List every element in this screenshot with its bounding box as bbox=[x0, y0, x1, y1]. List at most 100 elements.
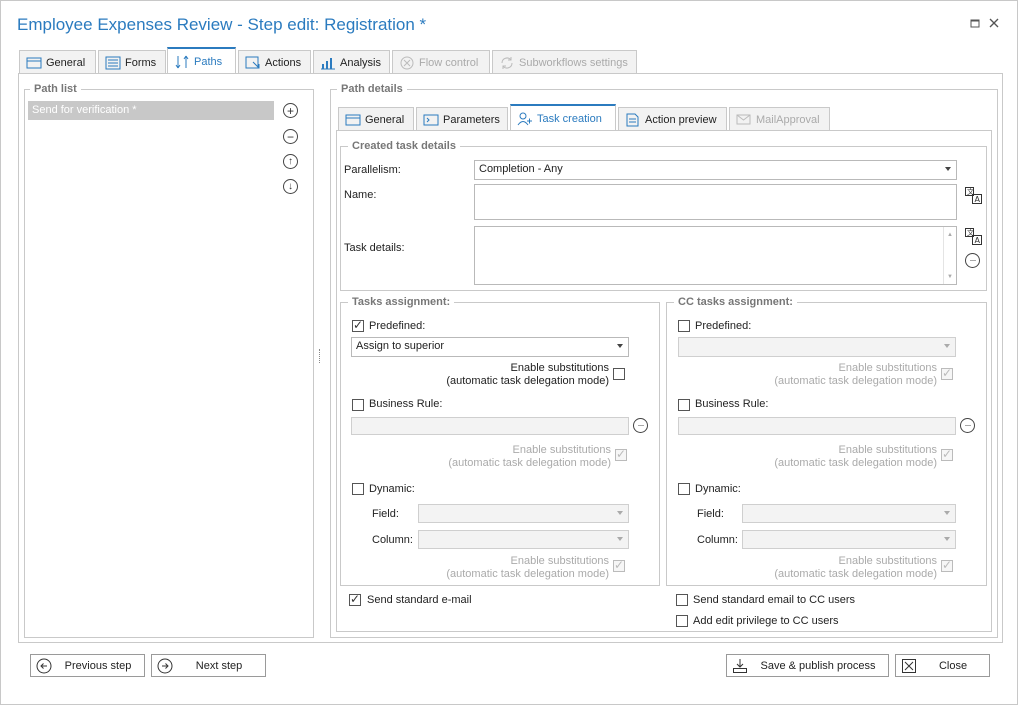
business-rule-checkbox[interactable] bbox=[352, 399, 364, 411]
detail-tab-general[interactable]: General bbox=[338, 107, 414, 131]
name-field[interactable] bbox=[474, 184, 957, 220]
move-down-button[interactable]: ↓ bbox=[283, 179, 298, 194]
path-list-item[interactable]: Send for verification * bbox=[28, 101, 274, 120]
predefined-value: Assign to superior bbox=[356, 340, 445, 352]
close-button[interactable]: Close bbox=[895, 654, 990, 677]
send-cc-email-checkbox[interactable] bbox=[676, 594, 688, 606]
tab-analysis[interactable]: Analysis bbox=[313, 50, 390, 74]
send-email-label: Send standard e-mail bbox=[367, 594, 472, 606]
business-rule-field[interactable] bbox=[351, 417, 629, 435]
save-publish-label: Save & publish process bbox=[760, 659, 876, 672]
check-icon: ✓ bbox=[942, 558, 953, 572]
close-icon[interactable] bbox=[989, 17, 999, 31]
detail-tab-parameters[interactable]: Parameters bbox=[416, 107, 508, 131]
cc-predefined-checkbox[interactable] bbox=[678, 320, 690, 332]
br-enable-substitutions-checkbox[interactable]: ✓ bbox=[615, 447, 627, 461]
tab-forms[interactable]: Forms bbox=[98, 50, 166, 74]
check-icon: ✓ bbox=[942, 447, 953, 461]
add-edit-cc-checkbox[interactable] bbox=[676, 615, 688, 627]
svg-text:A: A bbox=[975, 195, 981, 204]
cc-enable-substitutions-checkbox[interactable]: ✓ bbox=[941, 366, 953, 380]
cc-column-label: Column: bbox=[697, 534, 738, 546]
created-task-title: Created task details bbox=[348, 140, 460, 152]
scrollbar[interactable]: ▲ ▼ bbox=[943, 227, 956, 284]
tab-paths-label: Paths bbox=[194, 55, 223, 68]
detail-tab-task-creation[interactable]: Task creation bbox=[510, 104, 616, 131]
dynamic-checkbox[interactable] bbox=[352, 483, 364, 495]
tab-subworkflows-label: Subworkflows settings bbox=[519, 56, 628, 69]
business-rule-label: Business Rule: bbox=[369, 398, 443, 410]
chart-icon bbox=[321, 57, 335, 69]
tab-flow-control[interactable]: Flow control bbox=[392, 50, 490, 74]
maximize-icon[interactable] bbox=[970, 17, 980, 31]
cc-br-enable-substitutions-checkbox[interactable]: ✓ bbox=[941, 447, 953, 461]
detail-tab-action-preview[interactable]: Action preview bbox=[618, 107, 727, 131]
parallelism-select[interactable]: Completion - Any bbox=[474, 160, 957, 180]
cc-dynamic-checkbox[interactable] bbox=[678, 483, 690, 495]
parallelism-label: Parallelism: bbox=[344, 164, 401, 176]
cc-dyn-subst-label-line2: (automatic task delegation mode) bbox=[774, 568, 937, 580]
save-publish-button[interactable]: Save & publish process bbox=[726, 654, 889, 677]
predefined-select[interactable]: Assign to superior bbox=[351, 337, 629, 357]
dialog-window: Employee Expenses Review - Step edit: Re… bbox=[0, 0, 1018, 705]
dynamic-field-select[interactable] bbox=[418, 504, 629, 523]
svg-text:A: A bbox=[975, 236, 981, 245]
tab-paths[interactable]: Paths bbox=[167, 47, 236, 74]
dyn-subst-label-line2: (automatic task delegation mode) bbox=[446, 568, 609, 580]
check-icon: ✓ bbox=[614, 558, 625, 572]
tab-general[interactable]: General bbox=[19, 50, 96, 74]
more-icon[interactable]: ··· bbox=[633, 418, 648, 433]
tab-analysis-label: Analysis bbox=[340, 56, 381, 69]
cc-dynamic-column-select[interactable] bbox=[742, 530, 956, 549]
tab-actions[interactable]: Actions bbox=[238, 50, 311, 74]
parallelism-value: Completion - Any bbox=[479, 163, 563, 175]
add-path-button[interactable]: + bbox=[283, 103, 298, 118]
detail-tab-parameters-label: Parameters bbox=[443, 113, 500, 126]
more-icon[interactable]: ··· bbox=[965, 253, 980, 268]
window-title: Employee Expenses Review - Step edit: Re… bbox=[17, 15, 427, 34]
path-list-group bbox=[24, 89, 314, 638]
translate-icon[interactable]: 文A bbox=[965, 228, 982, 248]
previous-step-button[interactable]: Previous step bbox=[30, 654, 145, 677]
cc-dyn-subst-label-line1: Enable substitutions bbox=[838, 555, 937, 567]
cc-subst-label-line2: (automatic task delegation mode) bbox=[774, 375, 937, 387]
check-icon: ✓ bbox=[353, 318, 364, 332]
publish-icon bbox=[733, 658, 747, 673]
users-icon bbox=[517, 112, 532, 125]
cc-br-subst-label-line2: (automatic task delegation mode) bbox=[774, 457, 937, 469]
send-email-checkbox[interactable]: ✓ bbox=[349, 592, 361, 606]
send-cc-email-label: Send standard email to CC users bbox=[693, 594, 856, 606]
cc-business-rule-field[interactable] bbox=[678, 417, 956, 435]
task-details-field[interactable]: ▲ ▼ bbox=[474, 226, 957, 285]
cc-business-rule-checkbox[interactable] bbox=[678, 399, 690, 411]
cc-dyn-enable-substitutions-checkbox[interactable]: ✓ bbox=[941, 558, 953, 572]
predefined-label: Predefined: bbox=[369, 320, 426, 332]
cc-br-subst-label-line1: Enable substitutions bbox=[838, 444, 937, 456]
next-step-label: Next step bbox=[195, 659, 243, 672]
form-icon bbox=[105, 56, 121, 69]
dyn-subst-label-line1: Enable substitutions bbox=[510, 555, 609, 567]
actions-icon bbox=[245, 56, 260, 68]
more-icon[interactable]: ··· bbox=[960, 418, 975, 433]
next-step-button[interactable]: Next step bbox=[151, 654, 266, 677]
remove-path-button[interactable]: − bbox=[283, 129, 298, 144]
chevron-down-icon bbox=[945, 167, 951, 171]
tab-forms-label: Forms bbox=[125, 56, 157, 69]
move-up-button[interactable]: ↑ bbox=[283, 154, 298, 169]
name-label: Name: bbox=[344, 189, 377, 201]
predefined-checkbox[interactable]: ✓ bbox=[352, 318, 364, 332]
cc-dynamic-field-select[interactable] bbox=[742, 504, 956, 523]
dynamic-column-select[interactable] bbox=[418, 530, 629, 549]
close-label: Close bbox=[938, 659, 968, 672]
cc-business-rule-label: Business Rule: bbox=[695, 398, 769, 410]
translate-icon[interactable]: 文A bbox=[965, 187, 982, 207]
cc-predefined-select[interactable] bbox=[678, 337, 956, 357]
dyn-enable-substitutions-checkbox[interactable]: ✓ bbox=[613, 558, 625, 572]
detail-tab-mailapproval[interactable]: MailApproval bbox=[729, 107, 830, 131]
splitter-handle[interactable] bbox=[319, 349, 320, 363]
path-details-title: Path details bbox=[337, 83, 407, 95]
cc-dynamic-label: Dynamic: bbox=[695, 483, 741, 495]
enable-substitutions-checkbox[interactable] bbox=[613, 368, 625, 380]
document-icon bbox=[626, 113, 639, 126]
tab-subworkflows[interactable]: Subworkflows settings bbox=[492, 50, 637, 74]
